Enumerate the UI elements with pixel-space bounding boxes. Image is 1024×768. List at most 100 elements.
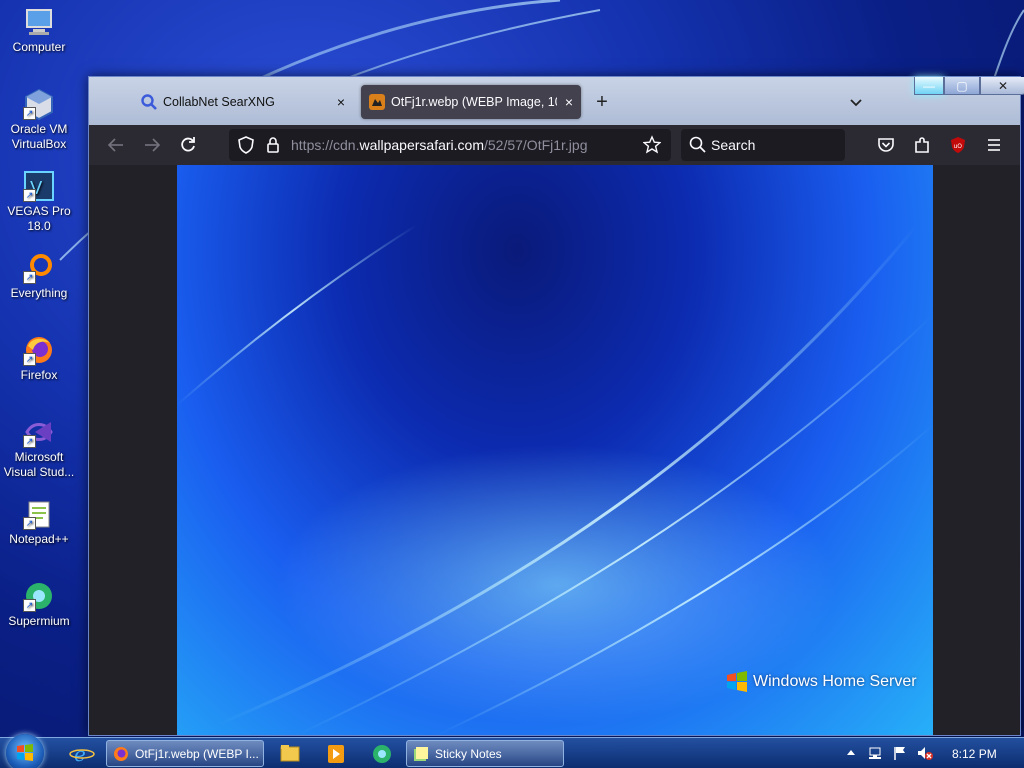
desktop-icon-label: VEGAS Pro [7, 204, 71, 218]
taskbar-sticky-notes[interactable]: Sticky Notes [406, 740, 564, 767]
desktop-icon-label: Oracle VM [10, 122, 68, 136]
desktop-icon-label: Notepad++ [9, 532, 69, 546]
desktop-icon-label: Everything [10, 286, 68, 300]
navigation-toolbar: https://cdn.wallpapersafari.com/52/57/Ot… [89, 125, 1020, 165]
internet-explorer-pinned[interactable]: e [62, 741, 102, 767]
desktop-icon-vegas-pro[interactable]: V ↗ VEGAS Pro 18.0 [2, 170, 76, 234]
start-button[interactable] [6, 734, 44, 768]
forward-button[interactable] [139, 133, 165, 157]
vegas-pro-icon: V ↗ [23, 170, 55, 202]
url-domain: wallpapersafari.com [359, 137, 484, 153]
taskbar: e OtFj1r.webp (WEBP I... Sticky Notes 8:… [0, 734, 1024, 768]
tab-title: CollabNet SearXNG [163, 95, 275, 109]
shortcut-arrow-icon: ↗ [23, 107, 36, 120]
shortcut-arrow-icon: ↗ [23, 271, 36, 284]
site-favicon [369, 94, 385, 110]
webp-image[interactable]: Windows Home Server [177, 165, 933, 735]
firefox-icon [113, 746, 129, 762]
new-tab-button[interactable]: + [589, 89, 615, 115]
svg-text:e: e [74, 742, 86, 766]
address-bar[interactable]: https://cdn.wallpapersafari.com/52/57/Ot… [229, 129, 671, 161]
media-player-icon [328, 745, 344, 763]
shortcut-arrow-icon: ↗ [23, 599, 36, 612]
search-placeholder: Search [711, 137, 756, 153]
pocket-icon[interactable] [877, 136, 895, 159]
supermium-icon [373, 745, 391, 763]
tab-webp-image[interactable]: OtFj1r.webp (WEBP Image, 1024 × [361, 85, 581, 119]
desktop-icon-label: Computer [12, 40, 66, 54]
url-path: /52/57/OtFj1r.jpg [483, 137, 588, 153]
desktop-icon-label-2: 18.0 [27, 219, 51, 233]
lock-icon[interactable] [265, 135, 281, 160]
desktop-icon-notepadpp[interactable]: ↗ Notepad++ [2, 498, 76, 547]
volume-muted-icon[interactable] [916, 745, 934, 764]
desktop-icon-virtualbox[interactable]: ↗ Oracle VM VirtualBox [2, 88, 76, 152]
desktop-icon-firefox[interactable]: ↗ Firefox [2, 334, 76, 383]
desktop-icon-computer[interactable]: Computer [2, 6, 76, 55]
chevron-up-icon [847, 750, 855, 755]
supermium-pinned[interactable] [362, 741, 402, 767]
firefox-icon: ↗ [23, 334, 55, 366]
url-prefix: https://cdn. [291, 137, 360, 153]
taskbar-firefox-window[interactable]: OtFj1r.webp (WEBP I... [106, 740, 264, 767]
arrow-left-icon [107, 138, 123, 152]
desktop-icon-supermium[interactable]: ↗ Supermium [2, 580, 76, 629]
tracking-protection-shield-icon[interactable] [237, 135, 255, 160]
close-tab-button[interactable]: × [329, 94, 353, 110]
tab-searxng[interactable]: CollabNet SearXNG × [133, 85, 353, 119]
search-icon [689, 136, 707, 159]
watermark-text: Windows Home Server [753, 673, 917, 690]
reload-icon [181, 137, 195, 152]
shortcut-arrow-icon: ↗ [23, 435, 36, 448]
clock[interactable]: 8:12 PM [952, 747, 997, 761]
everything-search-icon: ↗ [23, 252, 55, 284]
search-bar[interactable]: Search [681, 129, 845, 161]
computer-icon [23, 6, 55, 38]
desktop-icon-label-2: VirtualBox [11, 137, 67, 151]
maximize-button[interactable]: ▢ [944, 77, 980, 95]
desktop-icon-label: Firefox [20, 368, 58, 382]
search-icon [141, 94, 157, 110]
desktop-icon-label: Supermium [8, 614, 70, 628]
windows-flag-icon [17, 744, 33, 761]
minimize-button[interactable]: — [914, 77, 944, 95]
tab-strip: CollabNet SearXNG × OtFj1r.webp (WEBP Im… [89, 77, 1024, 125]
desktop-icon-label: Microsoft [14, 450, 64, 464]
window-controls: — ▢ ✕ [914, 77, 1024, 97]
wallpaper-swooshes [177, 224, 933, 735]
supermium-icon: ↗ [23, 580, 55, 612]
internet-explorer-icon: e [69, 742, 95, 766]
arrow-right-icon [145, 138, 161, 152]
list-all-tabs-button[interactable] [845, 91, 867, 113]
tab-title: OtFj1r.webp (WEBP Image, 1024 [391, 95, 557, 109]
close-tab-button[interactable]: × [557, 94, 581, 110]
page-content: Windows Home Server [89, 165, 1020, 735]
desktop-icon-visual-studio[interactable]: ↗ Microsoft Visual Stud... [2, 416, 76, 480]
system-tray: 8:12 PM [842, 738, 1024, 768]
sticky-notes-icon [413, 746, 429, 762]
bookmark-star-icon[interactable] [642, 135, 662, 160]
folder-icon [280, 745, 300, 762]
visual-studio-icon: ↗ [23, 416, 55, 448]
virtualbox-icon: ↗ [23, 88, 55, 121]
network-icon[interactable] [868, 745, 884, 764]
close-window-button[interactable]: ✕ [980, 77, 1024, 95]
hamburger-menu-icon[interactable] [985, 136, 1003, 159]
extensions-puzzle-icon[interactable] [913, 136, 931, 159]
url-text: https://cdn.wallpapersafari.com/52/57/Ot… [291, 137, 588, 153]
svg-text:uO: uO [954, 143, 963, 150]
notepadpp-icon: ↗ [23, 498, 55, 530]
shortcut-arrow-icon: ↗ [23, 353, 36, 366]
desktop-icon-everything[interactable]: ↗ Everything [2, 252, 76, 301]
show-hidden-icons-button[interactable] [846, 746, 856, 761]
media-player-pinned[interactable] [316, 741, 356, 767]
ublock-origin-icon[interactable]: uO [949, 136, 967, 159]
shortcut-arrow-icon: ↗ [23, 517, 36, 530]
action-center-flag-icon[interactable] [892, 745, 908, 764]
reload-button[interactable] [175, 133, 201, 157]
windows-home-server-logo: Windows Home Server [725, 670, 917, 694]
explorer-pinned[interactable] [270, 741, 310, 767]
back-button[interactable] [103, 133, 129, 157]
desktop-icon-label-2: Visual Stud... [3, 465, 75, 479]
chevron-down-icon [850, 99, 862, 107]
